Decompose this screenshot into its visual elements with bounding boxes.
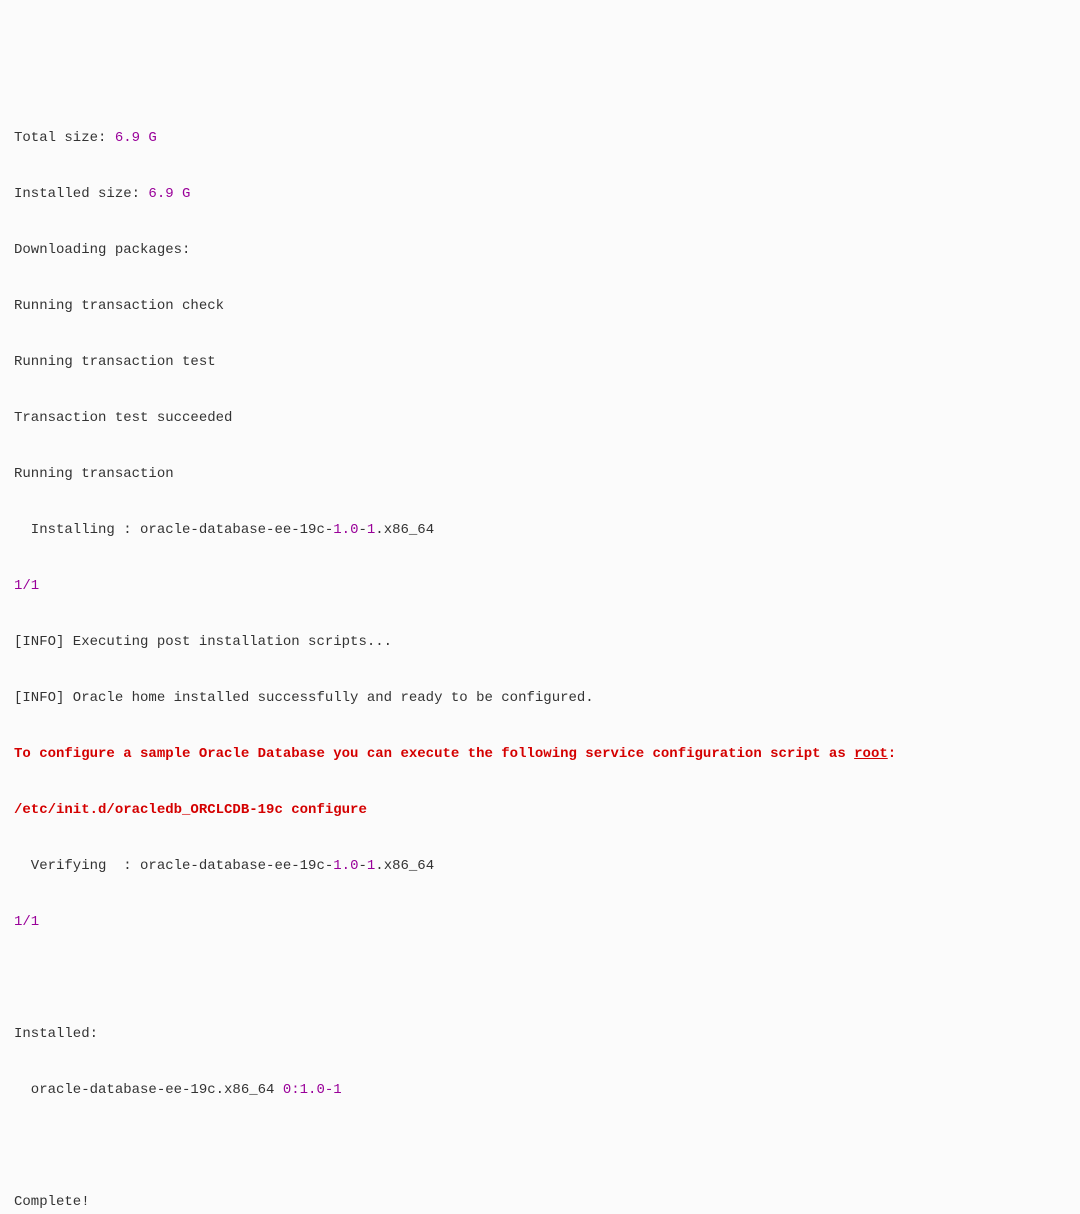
line-downloading: Downloading packages: [14,236,1066,264]
installing-dash: - [358,522,366,538]
verifying-v2: 1 [367,858,375,874]
line-info-post: [INFO] Executing post installation scrip… [14,628,1066,656]
line-installed-pkg: oracle-database-ee-19c.x86_64 0:1.0-1 [14,1076,1066,1104]
line-run-check: Running transaction check [14,292,1066,320]
value-total-size: 6.9 G [115,130,157,146]
line-test-succeeded: Transaction test succeeded [14,404,1066,432]
config-hint-colon: : [888,746,896,762]
line-run-transaction: Running transaction [14,460,1066,488]
progress-2: 1/1 [14,908,1066,936]
config-hint-pre: To configure a sample Oracle Database yo… [14,746,854,762]
verifying-v1: 1.0 [333,858,358,874]
label-installed-size: Installed size: [14,186,148,202]
installed-pkg-prefix: oracle-database-ee-19c.x86_64 [14,1082,283,1098]
progress-1: 1/1 [14,572,1066,600]
line-run-test: Running transaction test [14,348,1066,376]
line-info-home: [INFO] Oracle home installed successfull… [14,684,1066,712]
blank-2 [14,1132,1066,1160]
label-total-size: Total size: [14,130,115,146]
verifying-suffix: .x86_64 [375,858,434,874]
line-complete: Complete! [14,1188,1066,1214]
blank-1 [14,964,1066,992]
installing-v1: 1.0 [333,522,358,538]
line-total-size: Total size: 6.9 G [14,124,1066,152]
line-installed-size: Installed size: 6.9 G [14,180,1066,208]
line-verifying: Verifying : oracle-database-ee-19c-1.0-1… [14,852,1066,880]
line-installing: Installing : oracle-database-ee-19c-1.0-… [14,516,1066,544]
line-config-hint-1: To configure a sample Oracle Database yo… [14,740,1066,768]
config-hint-root: root [854,746,888,762]
installed-pkg-ver: 0:1.0-1 [283,1082,342,1098]
line-config-hint-2: /etc/init.d/oracledb_ORCLCDB-19c configu… [14,796,1066,824]
value-installed-size: 6.9 G [148,186,190,202]
verifying-dash: - [358,858,366,874]
installing-suffix: .x86_64 [375,522,434,538]
line-installed-header: Installed: [14,1020,1066,1048]
verifying-prefix: Verifying : oracle-database-ee-19c- [14,858,333,874]
installing-prefix: Installing : oracle-database-ee-19c- [14,522,333,538]
